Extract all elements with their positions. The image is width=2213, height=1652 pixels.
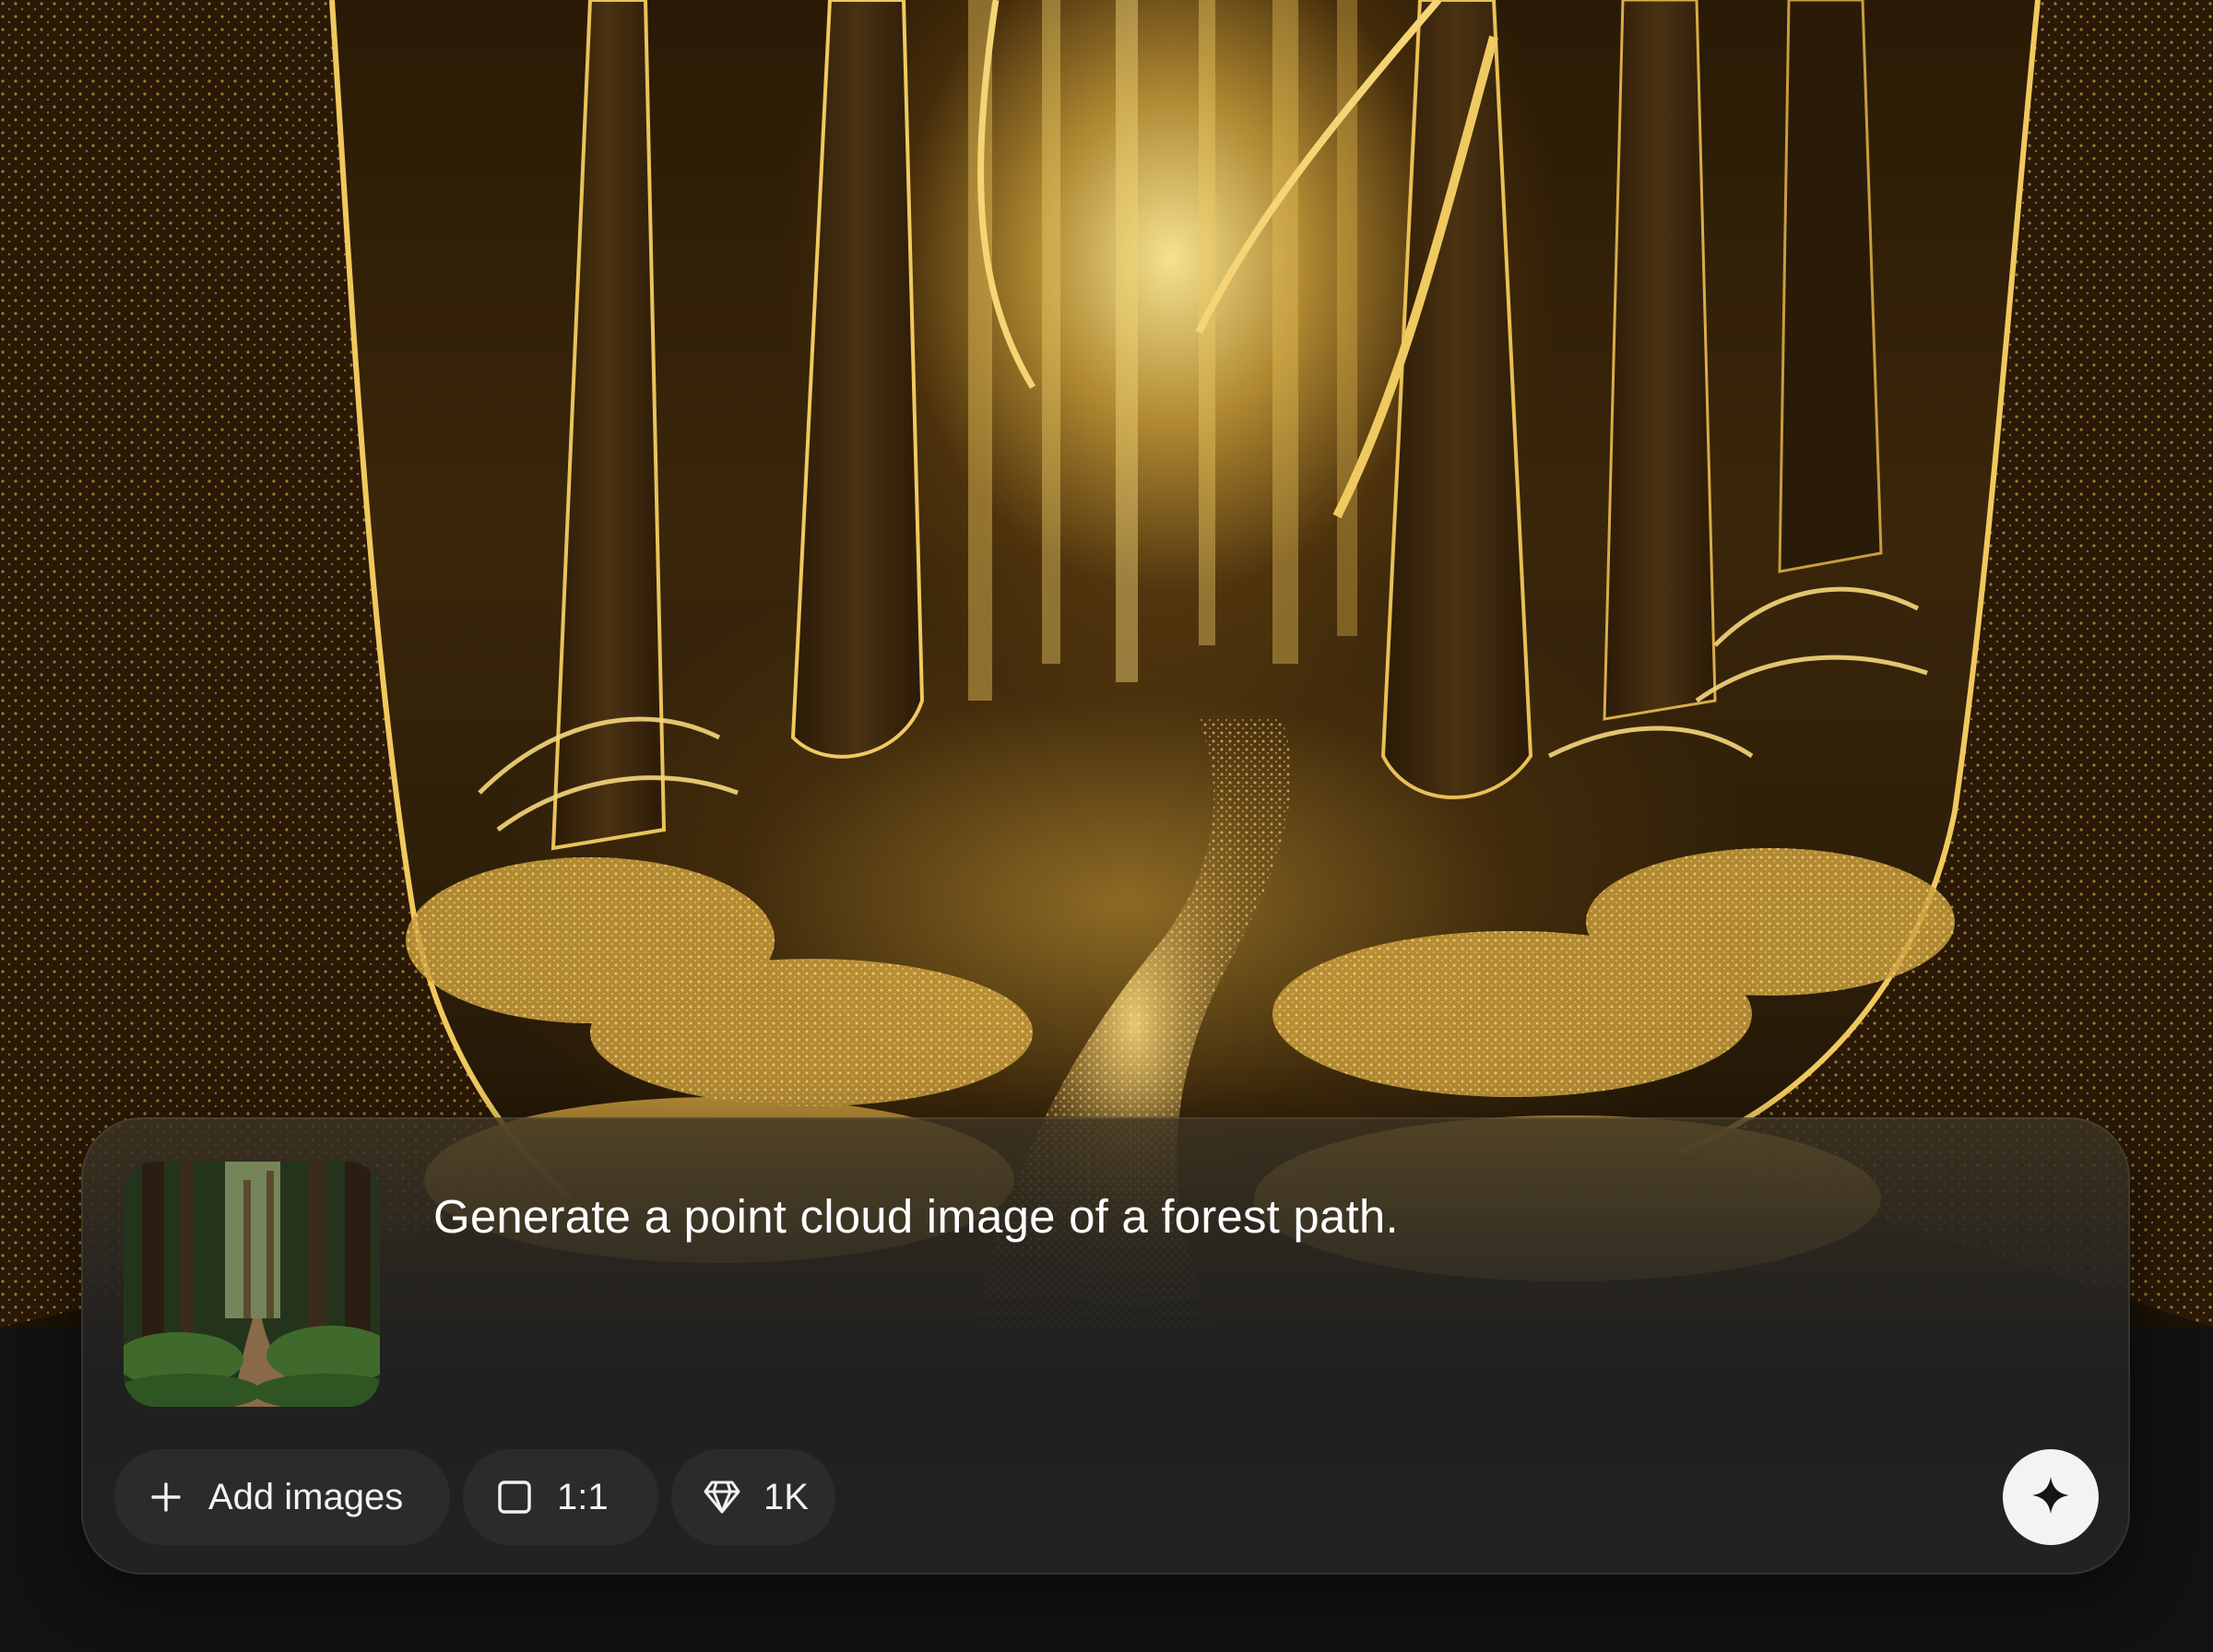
reference-image-thumbnail[interactable] bbox=[124, 1162, 380, 1407]
generate-button[interactable] bbox=[2003, 1449, 2099, 1545]
app-canvas: Generate a point cloud image of a forest… bbox=[0, 0, 2213, 1652]
square-icon bbox=[494, 1477, 535, 1517]
composer-toolbar: Add images 1:1 1K bbox=[114, 1449, 835, 1545]
diamond-icon bbox=[703, 1477, 741, 1517]
prompt-composer: Generate a point cloud image of a forest… bbox=[81, 1117, 2130, 1575]
quality-button[interactable]: 1K bbox=[671, 1449, 835, 1545]
add-images-button[interactable]: Add images bbox=[114, 1449, 450, 1545]
plus-icon bbox=[146, 1477, 186, 1517]
add-images-label: Add images bbox=[208, 1476, 404, 1517]
quality-label: 1K bbox=[763, 1476, 809, 1517]
sparkle-icon bbox=[2030, 1474, 2072, 1521]
aspect-ratio-button[interactable]: 1:1 bbox=[463, 1449, 658, 1545]
prompt-text[interactable]: Generate a point cloud image of a forest… bbox=[433, 1187, 2001, 1246]
aspect-ratio-label: 1:1 bbox=[557, 1476, 609, 1517]
